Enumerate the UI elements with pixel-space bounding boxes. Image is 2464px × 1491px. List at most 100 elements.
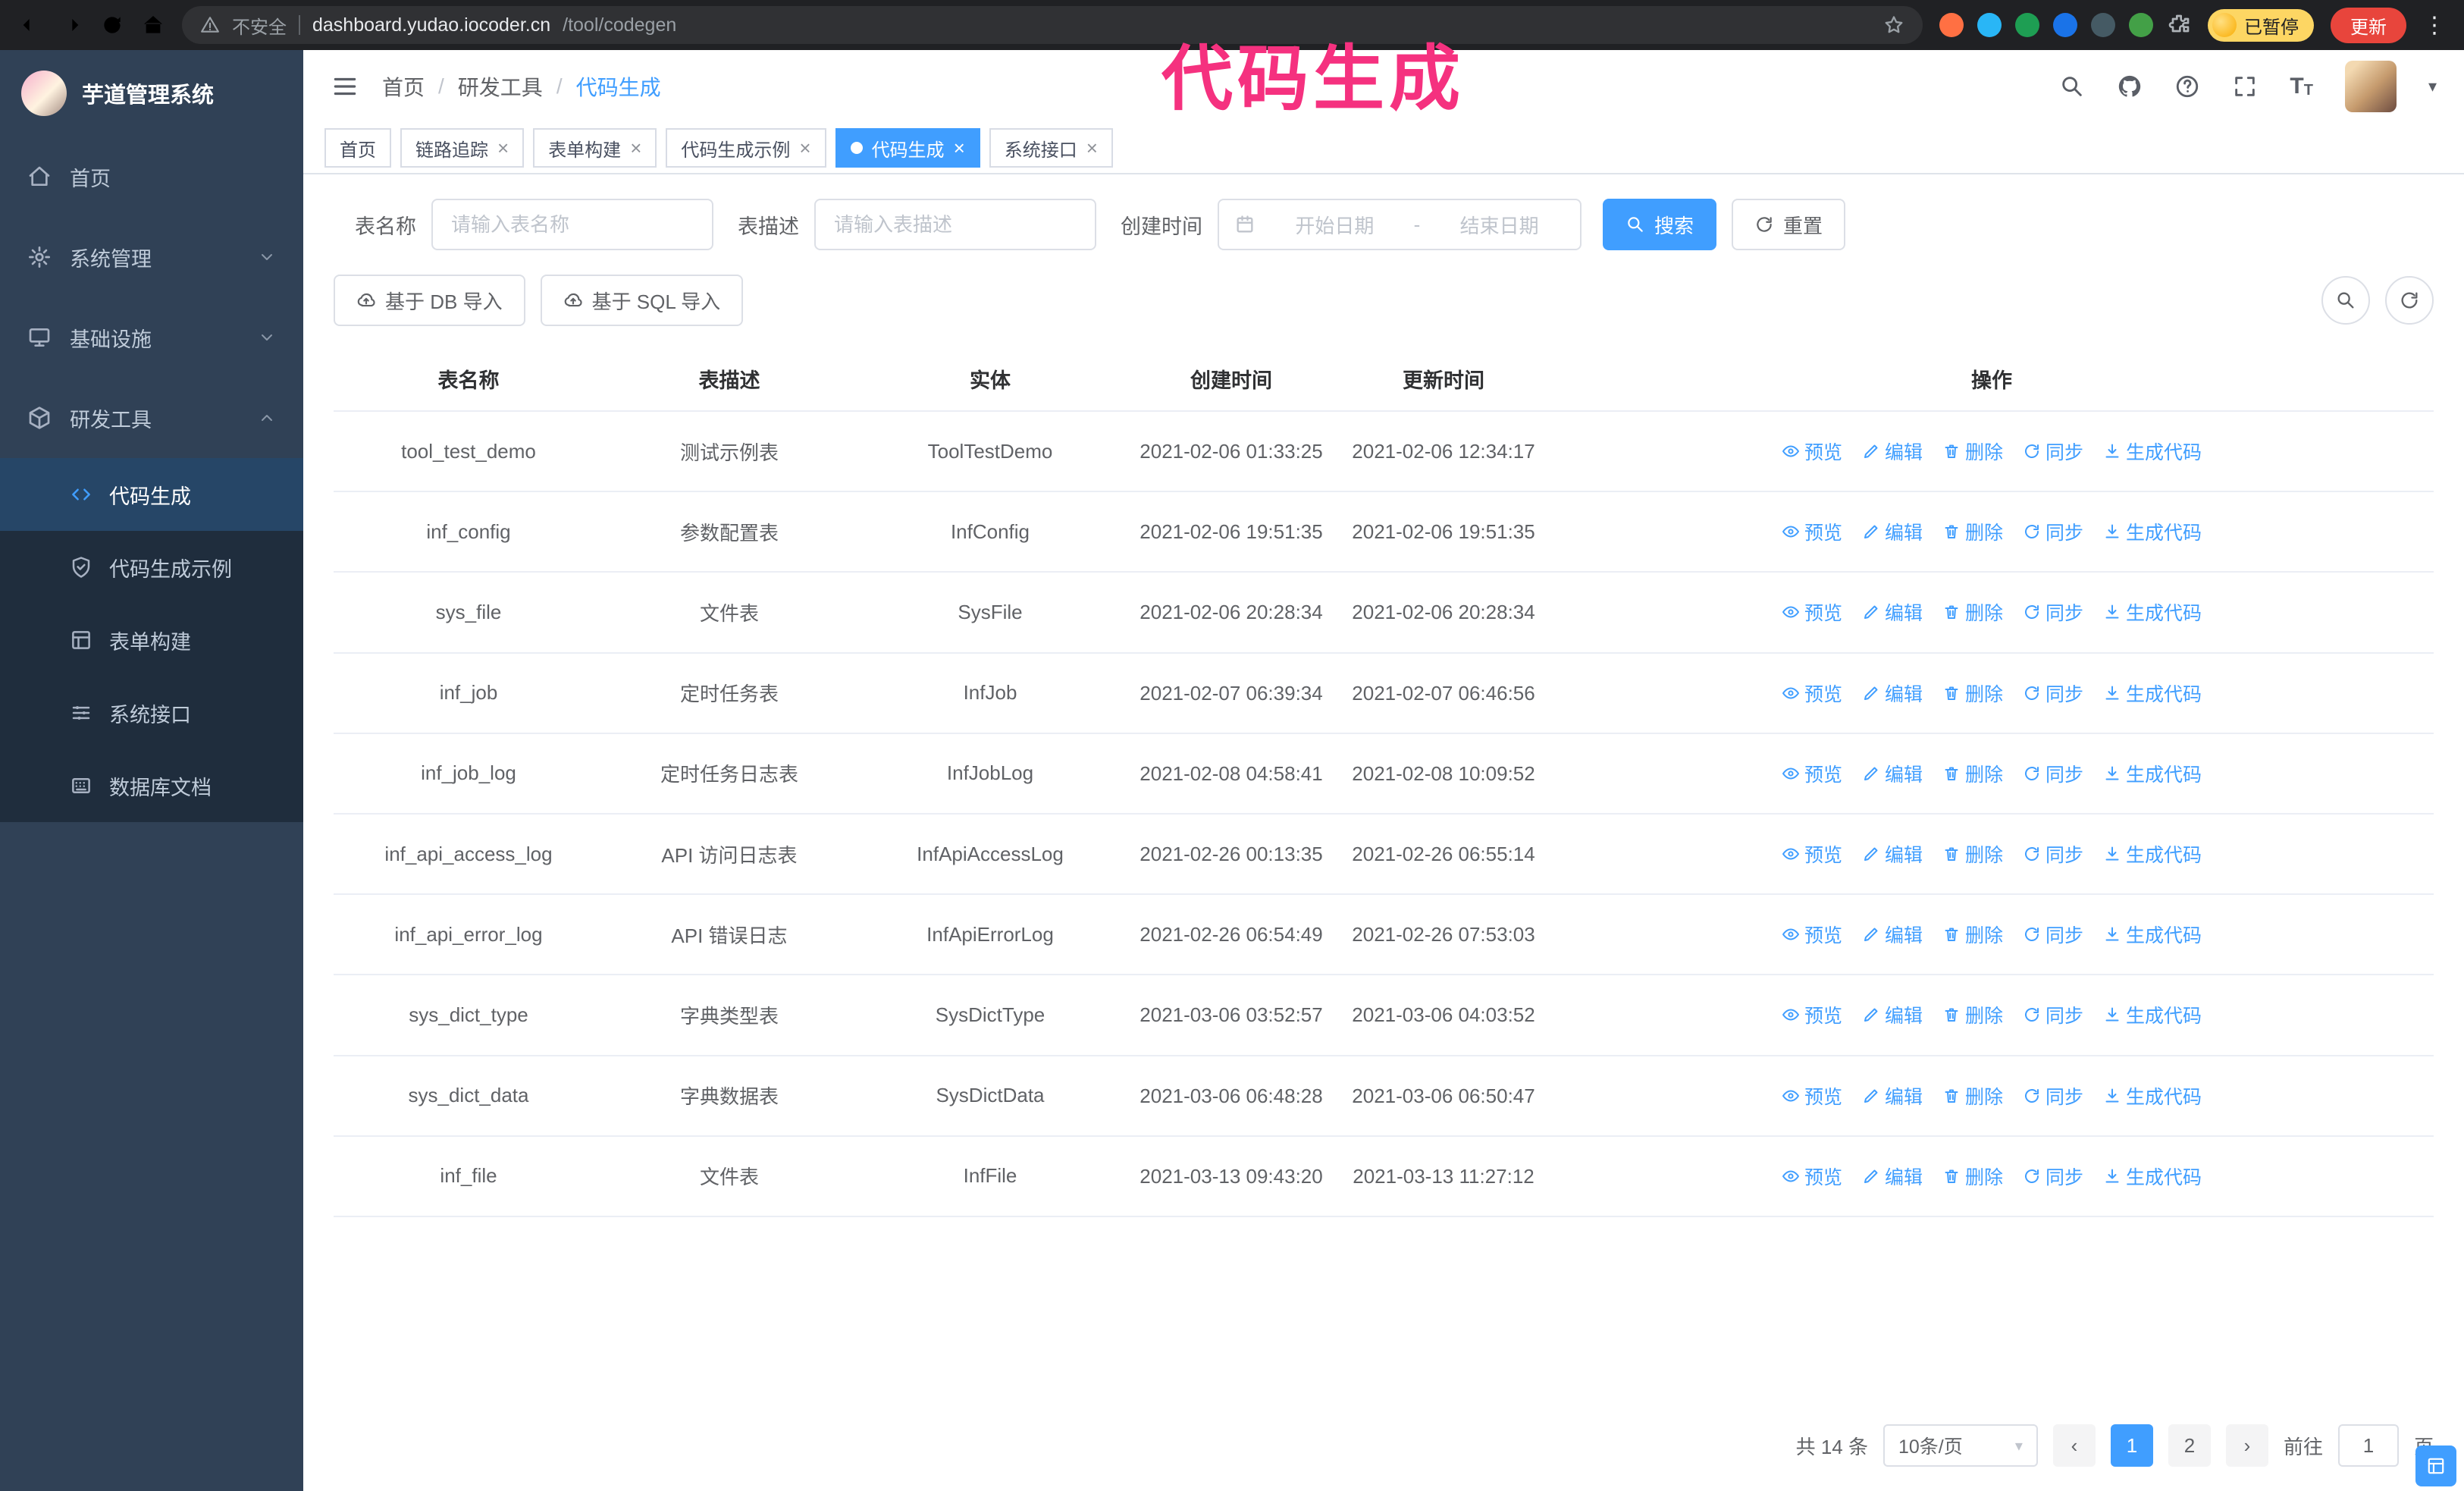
edit-link[interactable]: 编辑 [1862, 518, 1923, 545]
sync-link[interactable]: 同步 [2023, 760, 2083, 787]
extensions-puzzle-icon[interactable] [2167, 13, 2191, 37]
generate-code-link[interactable]: 生成代码 [2103, 760, 2202, 787]
preview-link[interactable]: 预览 [1782, 760, 1842, 787]
breadcrumb-home[interactable]: 首页 [382, 71, 425, 102]
prev-page-button[interactable]: ‹ [2052, 1424, 2096, 1467]
edit-link[interactable]: 编辑 [1862, 1082, 1923, 1110]
preview-link[interactable]: 预览 [1782, 1082, 1842, 1110]
table-name-input[interactable] [431, 199, 713, 250]
page-size-select[interactable]: 10条/页 ▾ [1882, 1424, 2038, 1467]
close-icon[interactable]: × [630, 138, 641, 158]
date-range-picker[interactable]: 开始日期 - 结束日期 [1218, 199, 1582, 250]
extension-icon-6[interactable] [2129, 13, 2153, 37]
profile-paused-badge[interactable]: 已暂停 [2208, 8, 2314, 42]
sidebar-item-system-management[interactable]: 系统管理 [0, 217, 303, 297]
delete-link[interactable]: 删除 [1942, 1163, 2003, 1190]
extension-icon-5[interactable] [2091, 13, 2115, 37]
generate-code-link[interactable]: 生成代码 [2103, 518, 2202, 545]
next-page-button[interactable]: › [2225, 1424, 2268, 1467]
app-logo[interactable]: 芋道管理系统 [0, 50, 303, 137]
user-avatar[interactable] [2344, 61, 2397, 112]
generate-code-link[interactable]: 生成代码 [2103, 840, 2202, 868]
edit-link[interactable]: 编辑 [1862, 1163, 1923, 1190]
generate-code-link[interactable]: 生成代码 [2103, 438, 2202, 465]
avatar-caret-icon[interactable]: ▾ [2428, 77, 2437, 96]
refresh-table-button[interactable] [2385, 276, 2434, 325]
delete-link[interactable]: 删除 [1942, 1082, 2003, 1110]
search-button[interactable]: 搜索 [1603, 199, 1717, 250]
close-icon[interactable]: × [799, 138, 810, 158]
goto-page-input[interactable] [2337, 1424, 2399, 1467]
edit-link[interactable]: 编辑 [1862, 921, 1923, 948]
help-icon[interactable] [2174, 74, 2200, 99]
preview-link[interactable]: 预览 [1782, 921, 1842, 948]
sync-link[interactable]: 同步 [2023, 680, 2083, 707]
browser-menu-icon[interactable]: ⋮ [2423, 12, 2446, 39]
sidebar-item-form-builder[interactable]: 表单构建 [0, 604, 303, 676]
table-desc-input[interactable] [814, 199, 1096, 250]
bookmark-star-icon[interactable] [1883, 14, 1904, 36]
github-icon[interactable] [2117, 74, 2143, 99]
preview-link[interactable]: 预览 [1782, 1001, 1842, 1028]
extension-icon-1[interactable] [1939, 13, 1964, 37]
extension-icon-3[interactable] [2015, 13, 2039, 37]
delete-link[interactable]: 删除 [1942, 840, 2003, 868]
sync-link[interactable]: 同步 [2023, 518, 2083, 545]
sync-link[interactable]: 同步 [2023, 438, 2083, 465]
edit-link[interactable]: 编辑 [1862, 840, 1923, 868]
generate-code-link[interactable]: 生成代码 [2103, 598, 2202, 626]
generate-code-link[interactable]: 生成代码 [2103, 680, 2202, 707]
preview-link[interactable]: 预览 [1782, 840, 1842, 868]
page-button-1[interactable]: 1 [2110, 1424, 2153, 1467]
browser-reload-icon[interactable] [100, 13, 124, 37]
hamburger-icon[interactable] [331, 72, 359, 101]
tab-codegen[interactable]: 代码生成 × [835, 128, 980, 168]
preview-link[interactable]: 预览 [1782, 680, 1842, 707]
browser-forward-icon[interactable] [59, 13, 83, 37]
sidebar-item-system-api[interactable]: 系统接口 [0, 676, 303, 749]
sync-link[interactable]: 同步 [2023, 1001, 2083, 1028]
delete-link[interactable]: 删除 [1942, 921, 2003, 948]
extension-icon-4[interactable] [2053, 13, 2077, 37]
close-icon[interactable]: × [497, 138, 509, 158]
corner-widget-button[interactable] [2415, 1445, 2456, 1486]
reset-button[interactable]: 重置 [1732, 199, 1846, 250]
tab-system-api[interactable]: 系统接口 × [989, 128, 1113, 168]
sidebar-item-dev-tools[interactable]: 研发工具 [0, 378, 303, 458]
generate-code-link[interactable]: 生成代码 [2103, 1163, 2202, 1190]
generate-code-link[interactable]: 生成代码 [2103, 1082, 2202, 1110]
tab-trace[interactable]: 链路追踪 × [400, 128, 525, 168]
delete-link[interactable]: 删除 [1942, 680, 2003, 707]
breadcrumb-dev-tools[interactable]: 研发工具 [458, 71, 543, 102]
delete-link[interactable]: 删除 [1942, 598, 2003, 626]
extension-icon-2[interactable] [1977, 13, 2002, 37]
page-button-2[interactable]: 2 [2168, 1424, 2211, 1467]
delete-link[interactable]: 删除 [1942, 760, 2003, 787]
sync-link[interactable]: 同步 [2023, 1082, 2083, 1110]
preview-link[interactable]: 预览 [1782, 518, 1842, 545]
tab-codegen-example[interactable]: 代码生成示例 × [666, 128, 826, 168]
delete-link[interactable]: 删除 [1942, 1001, 2003, 1028]
sidebar-item-code-generation[interactable]: 代码生成 [0, 458, 303, 531]
sync-link[interactable]: 同步 [2023, 1163, 2083, 1190]
sidebar-item-code-generation-example[interactable]: 代码生成示例 [0, 531, 303, 604]
sync-link[interactable]: 同步 [2023, 598, 2083, 626]
import-db-button[interactable]: 基于 DB 导入 [334, 275, 525, 326]
delete-link[interactable]: 删除 [1942, 438, 2003, 465]
close-icon[interactable]: × [954, 138, 965, 158]
preview-link[interactable]: 预览 [1782, 598, 1842, 626]
sync-link[interactable]: 同步 [2023, 840, 2083, 868]
font-size-icon[interactable]: TT [2290, 75, 2313, 99]
toggle-search-button[interactable] [2321, 276, 2370, 325]
browser-back-icon[interactable] [18, 13, 42, 37]
browser-home-icon[interactable] [141, 13, 165, 37]
edit-link[interactable]: 编辑 [1862, 760, 1923, 787]
edit-link[interactable]: 编辑 [1862, 1001, 1923, 1028]
delete-link[interactable]: 删除 [1942, 518, 2003, 545]
browser-update-button[interactable]: 更新 [2331, 7, 2406, 43]
import-sql-button[interactable]: 基于 SQL 导入 [540, 275, 744, 326]
sync-link[interactable]: 同步 [2023, 921, 2083, 948]
fullscreen-icon[interactable] [2232, 74, 2258, 99]
tab-form-builder[interactable]: 表单构建 × [533, 128, 657, 168]
sidebar-item-infrastructure[interactable]: 基础设施 [0, 297, 303, 378]
